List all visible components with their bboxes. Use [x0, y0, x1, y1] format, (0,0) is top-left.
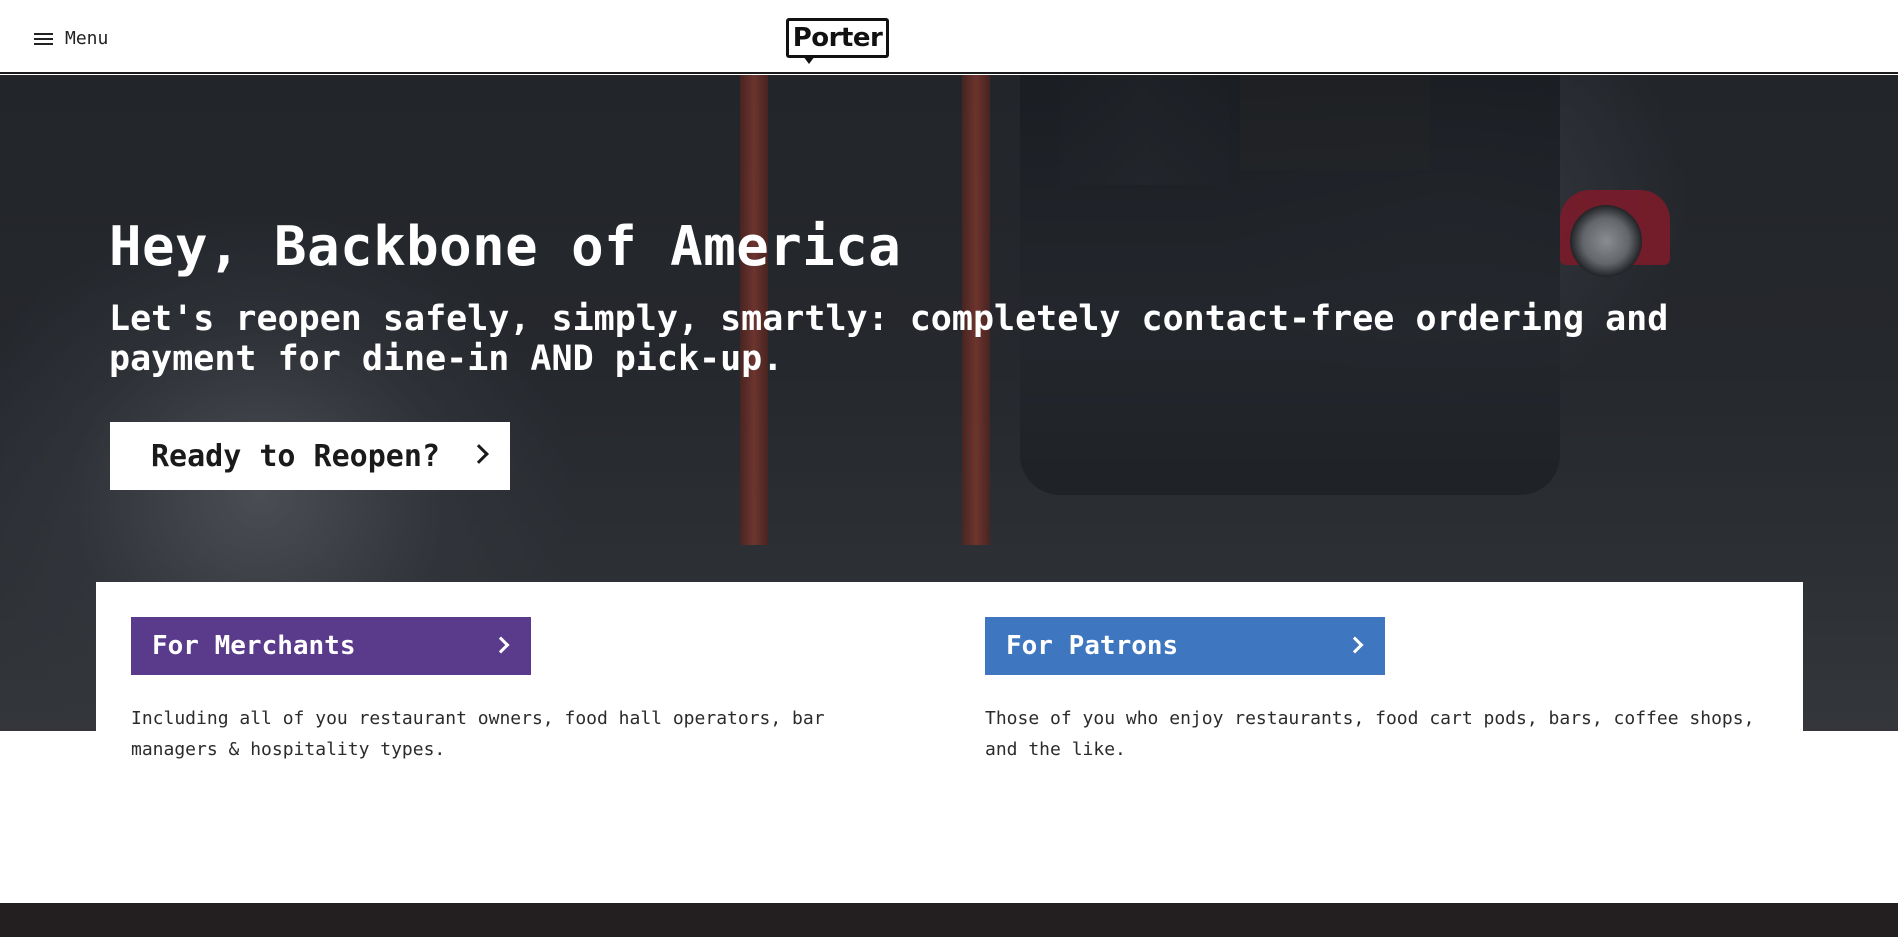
audience-card: For Merchants Including all of you resta…	[96, 582, 1803, 760]
for-patrons-label: For Patrons	[1006, 631, 1179, 661]
chevron-right-icon	[1346, 636, 1364, 654]
for-merchants-label: For Merchants	[152, 631, 356, 661]
chevron-right-icon	[469, 444, 489, 464]
menu-button[interactable]: Menu	[34, 28, 108, 49]
logo-text: Porter	[792, 23, 883, 53]
site-header: Menu Porter	[0, 0, 1898, 74]
ready-to-reopen-button[interactable]: Ready to Reopen?	[110, 422, 510, 490]
footer-strip	[0, 903, 1898, 937]
hero-title: Hey, Backbone of America	[109, 215, 902, 278]
porter-logo[interactable]: Porter	[786, 18, 889, 64]
for-merchants-button[interactable]: For Merchants	[131, 617, 531, 675]
hamburger-icon	[34, 32, 53, 46]
logo-notch	[803, 56, 815, 64]
hero-subtitle: Let's reopen safely, simply, smartly: co…	[109, 299, 1669, 379]
chevron-right-icon	[492, 636, 510, 654]
merchants-description: Including all of you restaurant owners, …	[131, 708, 825, 760]
cta-label: Ready to Reopen?	[151, 438, 440, 474]
patrons-description: Those of you who enjoy restaurants, food…	[985, 708, 1755, 760]
for-patrons-button[interactable]: For Patrons	[985, 617, 1385, 675]
menu-label: Menu	[65, 28, 109, 49]
